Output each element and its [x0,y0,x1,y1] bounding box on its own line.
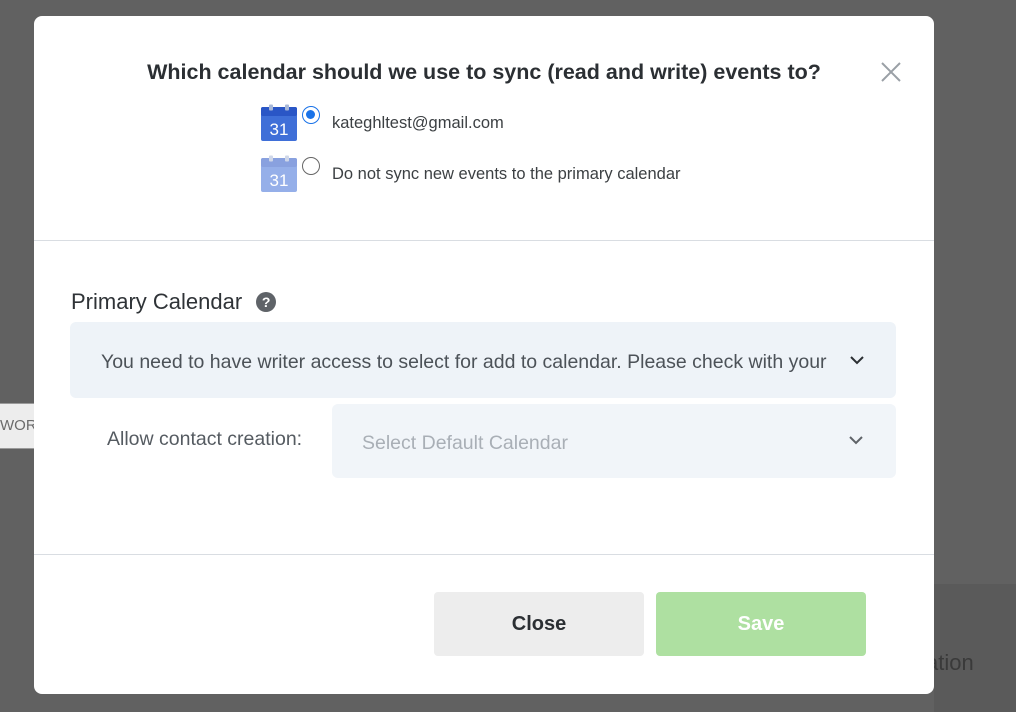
divider-top [34,240,934,241]
writer-access-message: You need to have writer access to select… [101,351,827,373]
primary-calendar-heading: Primary Calendar ? [71,289,277,315]
google-calendar-icon: 31 [261,104,297,141]
calendar-sync-modal: Which calendar should we use to sync (re… [34,16,934,694]
no-sync-radio[interactable] [302,157,320,175]
background-text: ation [926,650,974,675]
gmail-radio[interactable] [302,106,320,124]
chevron-down-icon [848,351,866,369]
modal-title: Which calendar should we use to sync (re… [147,60,821,84]
calendar-option-no-sync[interactable]: 31 Do not sync new events to the primary… [260,154,681,194]
default-calendar-placeholder: Select Default Calendar [362,432,568,454]
default-calendar-select[interactable]: Select Default Calendar [332,404,896,478]
close-icon[interactable] [877,58,905,86]
divider-bottom [34,554,934,555]
save-button[interactable]: Save [656,592,866,656]
calendar-option-gmail[interactable]: 31 kateghltest@gmail.com [260,103,504,143]
gmail-option-label: kateghltest@gmail.com [332,113,504,132]
background-panel [934,584,1016,712]
no-sync-option-label: Do not sync new events to the primary ca… [332,164,681,183]
help-icon[interactable]: ? [256,292,277,312]
svg-text:31: 31 [270,120,289,139]
primary-calendar-select[interactable]: You need to have writer access to select… [70,322,896,398]
chevron-down-icon [847,431,865,449]
contact-creation-label: Allow contact creation: [107,428,303,450]
google-calendar-icon: 31 [261,155,297,192]
svg-text:31: 31 [270,171,289,190]
close-button[interactable]: Close [434,592,644,656]
